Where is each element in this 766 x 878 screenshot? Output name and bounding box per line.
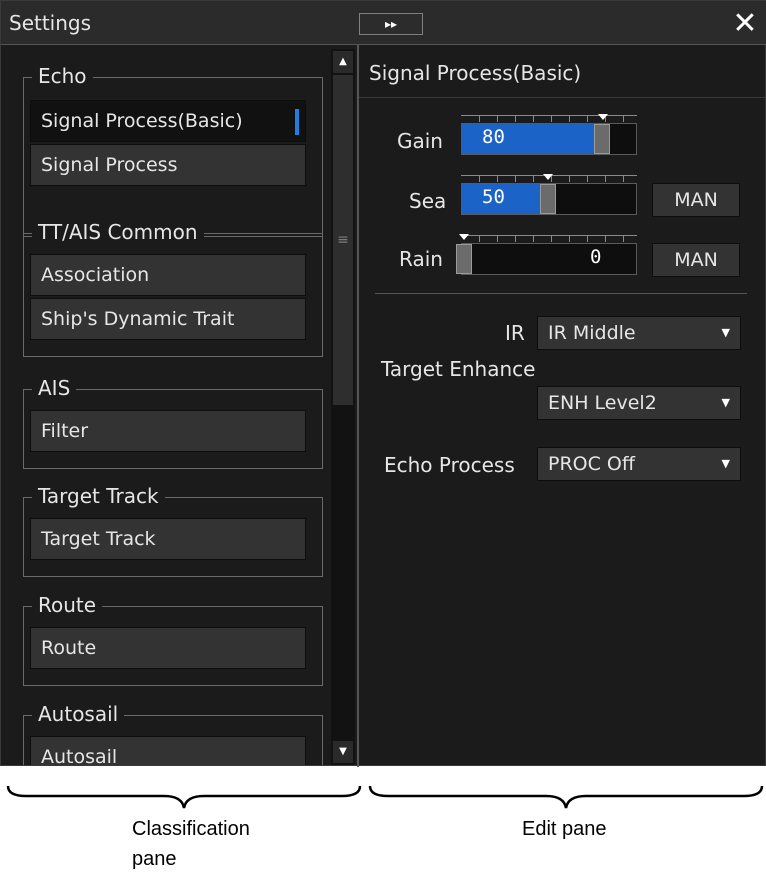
nav-signal-process[interactable]: Signal Process xyxy=(30,144,306,186)
edit-pane-title: Signal Process(Basic) xyxy=(369,61,582,85)
gain-thumb[interactable] xyxy=(594,124,610,154)
grip-icon: ≡ xyxy=(337,232,349,248)
rain-label: Rain xyxy=(399,247,443,271)
edit-pane-brace xyxy=(368,785,764,809)
gain-slider[interactable]: 80 xyxy=(461,123,637,155)
double-arrow-right-icon: ▸▸ xyxy=(384,17,398,31)
scroll-down-button[interactable]: ▼ xyxy=(333,741,353,763)
echo-process-select[interactable]: PROC Off ▼ xyxy=(537,447,741,481)
sea-fill xyxy=(462,184,550,214)
chevron-down-icon: ▼ xyxy=(721,457,730,470)
edit-title-divider xyxy=(359,97,766,98)
scroll-up-button[interactable]: ▲ xyxy=(333,51,353,73)
sea-man-button[interactable]: MAN xyxy=(652,183,740,217)
nav-route[interactable]: Route xyxy=(30,627,306,669)
section-divider xyxy=(375,293,747,294)
gain-scale xyxy=(461,114,637,123)
rain-value: 0 xyxy=(590,246,602,268)
rain-slider[interactable]: 0 xyxy=(456,243,637,275)
rain-man-button[interactable]: MAN xyxy=(652,243,740,277)
chevron-down-icon: ▼ xyxy=(721,396,730,409)
nav-association[interactable]: Association xyxy=(30,254,306,296)
classification-caption-line1: Classification xyxy=(132,818,250,840)
gain-label: Gain xyxy=(397,129,443,153)
nav-filter[interactable]: Filter xyxy=(30,410,306,452)
group-label-target-track: Target Track xyxy=(32,484,165,508)
rain-thumb[interactable] xyxy=(456,244,472,274)
group-label-ais: AIS xyxy=(32,376,77,400)
target-enhance-select[interactable]: ENH Level2 ▼ xyxy=(537,386,741,420)
pane-divider xyxy=(357,45,359,767)
sea-slider[interactable]: 50 xyxy=(461,183,637,215)
close-icon: ✕ xyxy=(732,6,758,41)
close-button[interactable]: ✕ xyxy=(729,9,761,39)
group-label-route: Route xyxy=(32,593,103,617)
triangle-up-icon: ▲ xyxy=(339,56,347,67)
target-enhance-select-value: ENH Level2 xyxy=(548,392,657,414)
group-echo: Echo Signal Process(Basic) Signal Proces… xyxy=(23,64,323,237)
nav-target-track[interactable]: Target Track xyxy=(30,518,306,560)
gain-marker-icon xyxy=(598,114,608,120)
sea-value: 50 xyxy=(482,186,505,208)
classification-pane-brace xyxy=(6,785,362,809)
classification-scrollbar[interactable]: ▲ ≡ ▼ xyxy=(331,49,355,765)
title-bar: Settings ▸▸ ✕ xyxy=(1,1,766,45)
group-autosail: Autosail Autosail xyxy=(23,702,323,765)
group-route: Route Route xyxy=(23,593,323,686)
edit-pane-caption: Edit pane xyxy=(522,818,607,840)
group-label-echo: Echo xyxy=(32,64,93,88)
classification-caption-line2: pane xyxy=(132,848,177,870)
ir-select-value: IR Middle xyxy=(548,322,636,344)
group-ais: AIS Filter xyxy=(23,376,323,469)
sea-label: Sea xyxy=(409,189,447,213)
rain-marker-icon xyxy=(459,234,469,240)
sea-marker-icon xyxy=(543,174,553,180)
expand-button[interactable]: ▸▸ xyxy=(359,13,423,35)
chevron-down-icon: ▼ xyxy=(721,326,730,339)
ir-label: IR xyxy=(505,321,525,345)
group-target-track: Target Track Target Track xyxy=(23,484,323,577)
sea-thumb[interactable] xyxy=(540,184,556,214)
target-enhance-label: Target Enhance xyxy=(381,357,536,381)
nav-autosail[interactable]: Autosail xyxy=(30,736,306,765)
settings-window: Settings ▸▸ ✕ Echo Signal Process(Basic)… xyxy=(0,0,766,767)
nav-signal-process-basic[interactable]: Signal Process(Basic) xyxy=(30,100,306,142)
ir-select[interactable]: IR Middle ▼ xyxy=(537,316,741,350)
classification-pane: Echo Signal Process(Basic) Signal Proces… xyxy=(9,49,329,765)
window-title: Settings xyxy=(9,11,92,35)
group-label-tt-ais-common: TT/AIS Common xyxy=(32,220,204,244)
group-label-autosail: Autosail xyxy=(32,702,125,726)
scroll-thumb[interactable]: ≡ xyxy=(333,75,353,405)
echo-process-label: Echo Process xyxy=(384,453,515,477)
nav-ships-dynamic-trait[interactable]: Ship's Dynamic Trait xyxy=(30,298,306,340)
sea-scale xyxy=(461,174,637,183)
gain-value: 80 xyxy=(482,126,505,148)
group-tt-ais-common: TT/AIS Common Association Ship's Dynamic… xyxy=(23,220,323,357)
triangle-down-icon: ▼ xyxy=(339,746,347,757)
rain-scale xyxy=(459,234,637,243)
echo-process-select-value: PROC Off xyxy=(548,453,635,475)
